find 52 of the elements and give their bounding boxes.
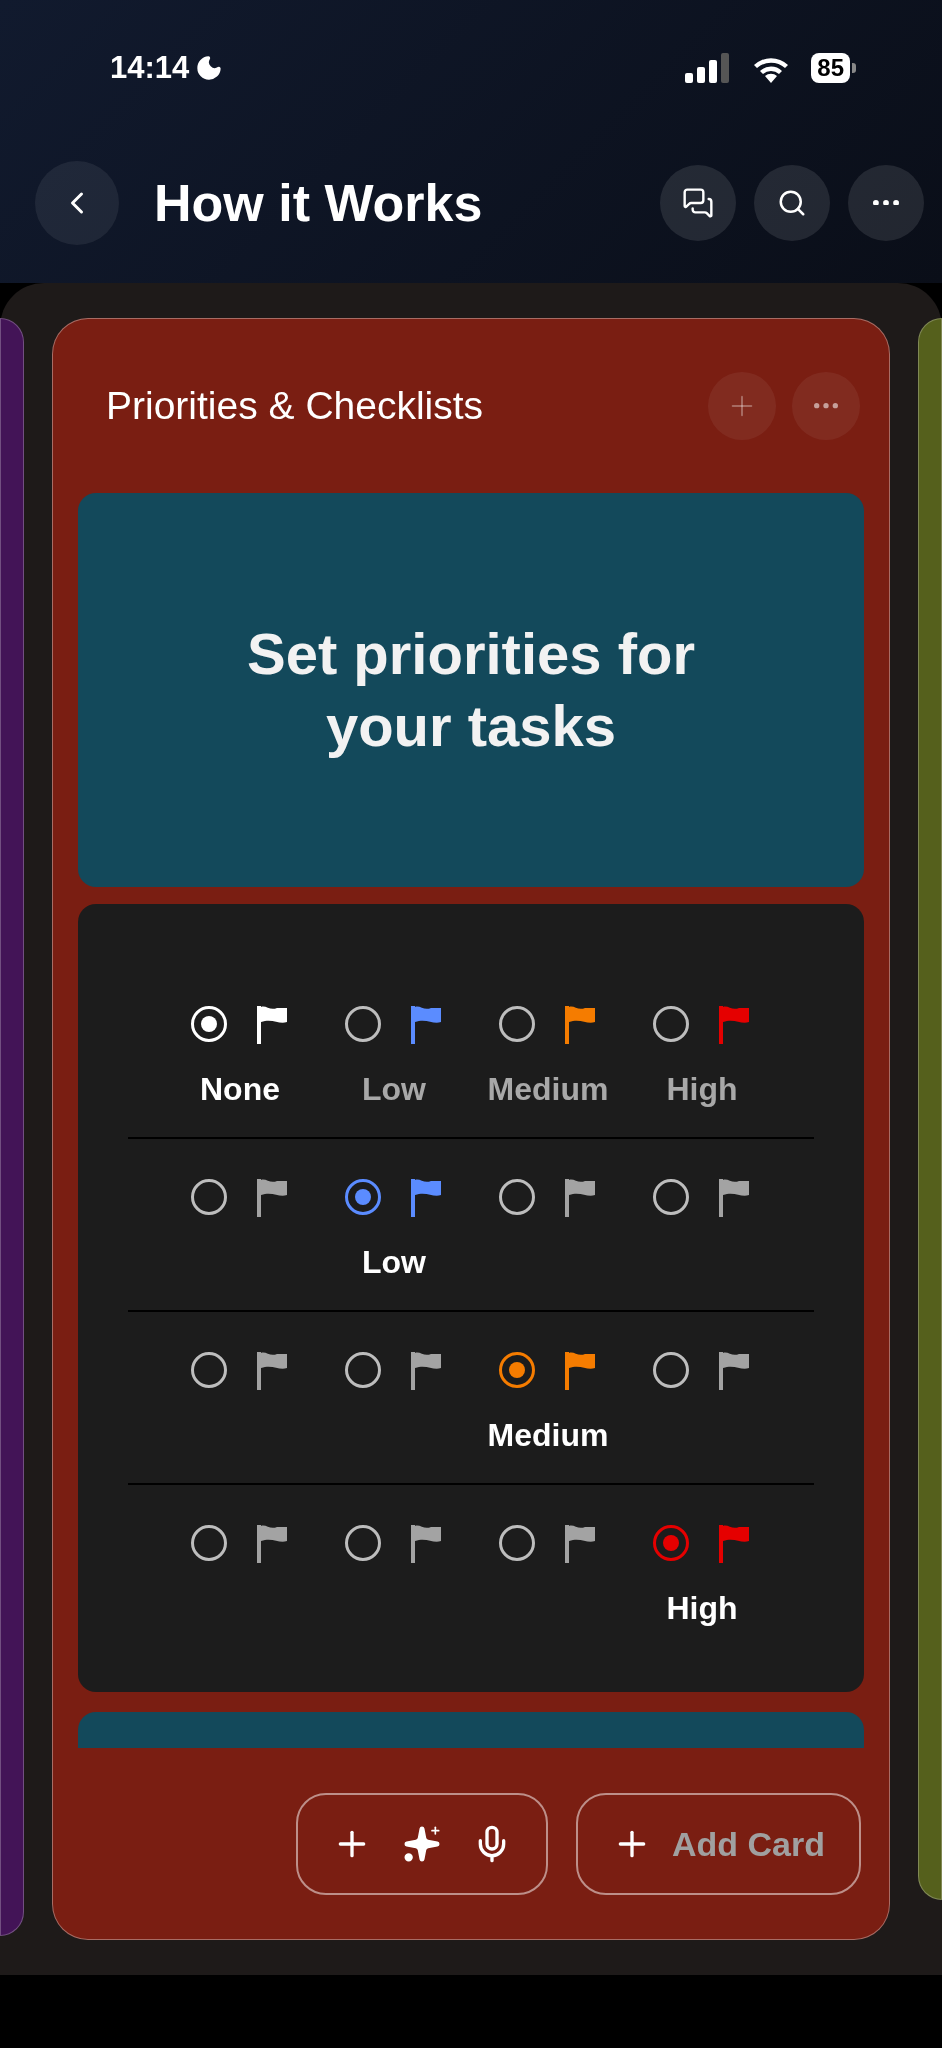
radio-button[interactable] <box>653 1006 689 1042</box>
column-title: Priorities & Checklists <box>106 384 485 428</box>
radio-button[interactable] <box>499 1179 535 1215</box>
flag-icon <box>563 1177 597 1217</box>
flag-icon <box>717 1004 751 1044</box>
page-title: How it Works <box>154 172 484 233</box>
moon-icon <box>195 54 224 82</box>
flag-icon <box>409 1177 443 1217</box>
card-title: Set priorities for your tasks <box>246 619 696 760</box>
radio-button[interactable] <box>345 1006 381 1042</box>
radio-button[interactable] <box>345 1352 381 1388</box>
radio-button[interactable] <box>191 1525 227 1561</box>
flag-icon <box>717 1523 751 1563</box>
radio-button[interactable] <box>653 1352 689 1388</box>
flag-icon <box>563 1523 597 1563</box>
more-icon <box>814 403 838 409</box>
flag-icon <box>717 1350 751 1390</box>
chat-bubbles-icon <box>682 186 714 219</box>
status-time: 14:14 <box>110 50 190 86</box>
radio-button[interactable] <box>499 1525 535 1561</box>
flag-icon <box>255 1004 289 1044</box>
flag-icon <box>255 1177 289 1217</box>
radio-button[interactable] <box>191 1352 227 1388</box>
radio-button[interactable] <box>653 1179 689 1215</box>
sparkles-icon <box>402 1824 442 1864</box>
quick-add-button[interactable] <box>296 1793 548 1895</box>
flag-icon <box>717 1177 751 1217</box>
priority-label: Medium <box>487 1070 609 1109</box>
task-card[interactable]: Set priorities for your tasks <box>78 493 864 887</box>
flag-icon <box>409 1004 443 1044</box>
flag-icon <box>563 1004 597 1044</box>
more-icon <box>873 199 899 206</box>
priority-label: Medium <box>487 1416 609 1455</box>
flag-icon <box>563 1350 597 1390</box>
radio-button[interactable] <box>499 1006 535 1042</box>
priority-label: High <box>666 1070 738 1109</box>
priority-label: Low <box>362 1243 426 1282</box>
priority-label: High <box>666 1589 738 1628</box>
add-card-button[interactable]: Add Card <box>576 1793 861 1895</box>
radio-button[interactable] <box>191 1179 227 1215</box>
battery-level: 85 <box>811 53 850 83</box>
flag-icon <box>409 1350 443 1390</box>
flag-icon <box>409 1523 443 1563</box>
flag-icon <box>255 1523 289 1563</box>
radio-button[interactable] <box>653 1525 689 1561</box>
flag-icon <box>255 1350 289 1390</box>
signal-icon <box>685 53 732 83</box>
radio-button[interactable] <box>345 1525 381 1561</box>
radio-button[interactable] <box>499 1352 535 1388</box>
priority-label: Low <box>362 1070 426 1109</box>
priority-label: None <box>200 1070 280 1109</box>
radio-button[interactable] <box>345 1179 381 1215</box>
